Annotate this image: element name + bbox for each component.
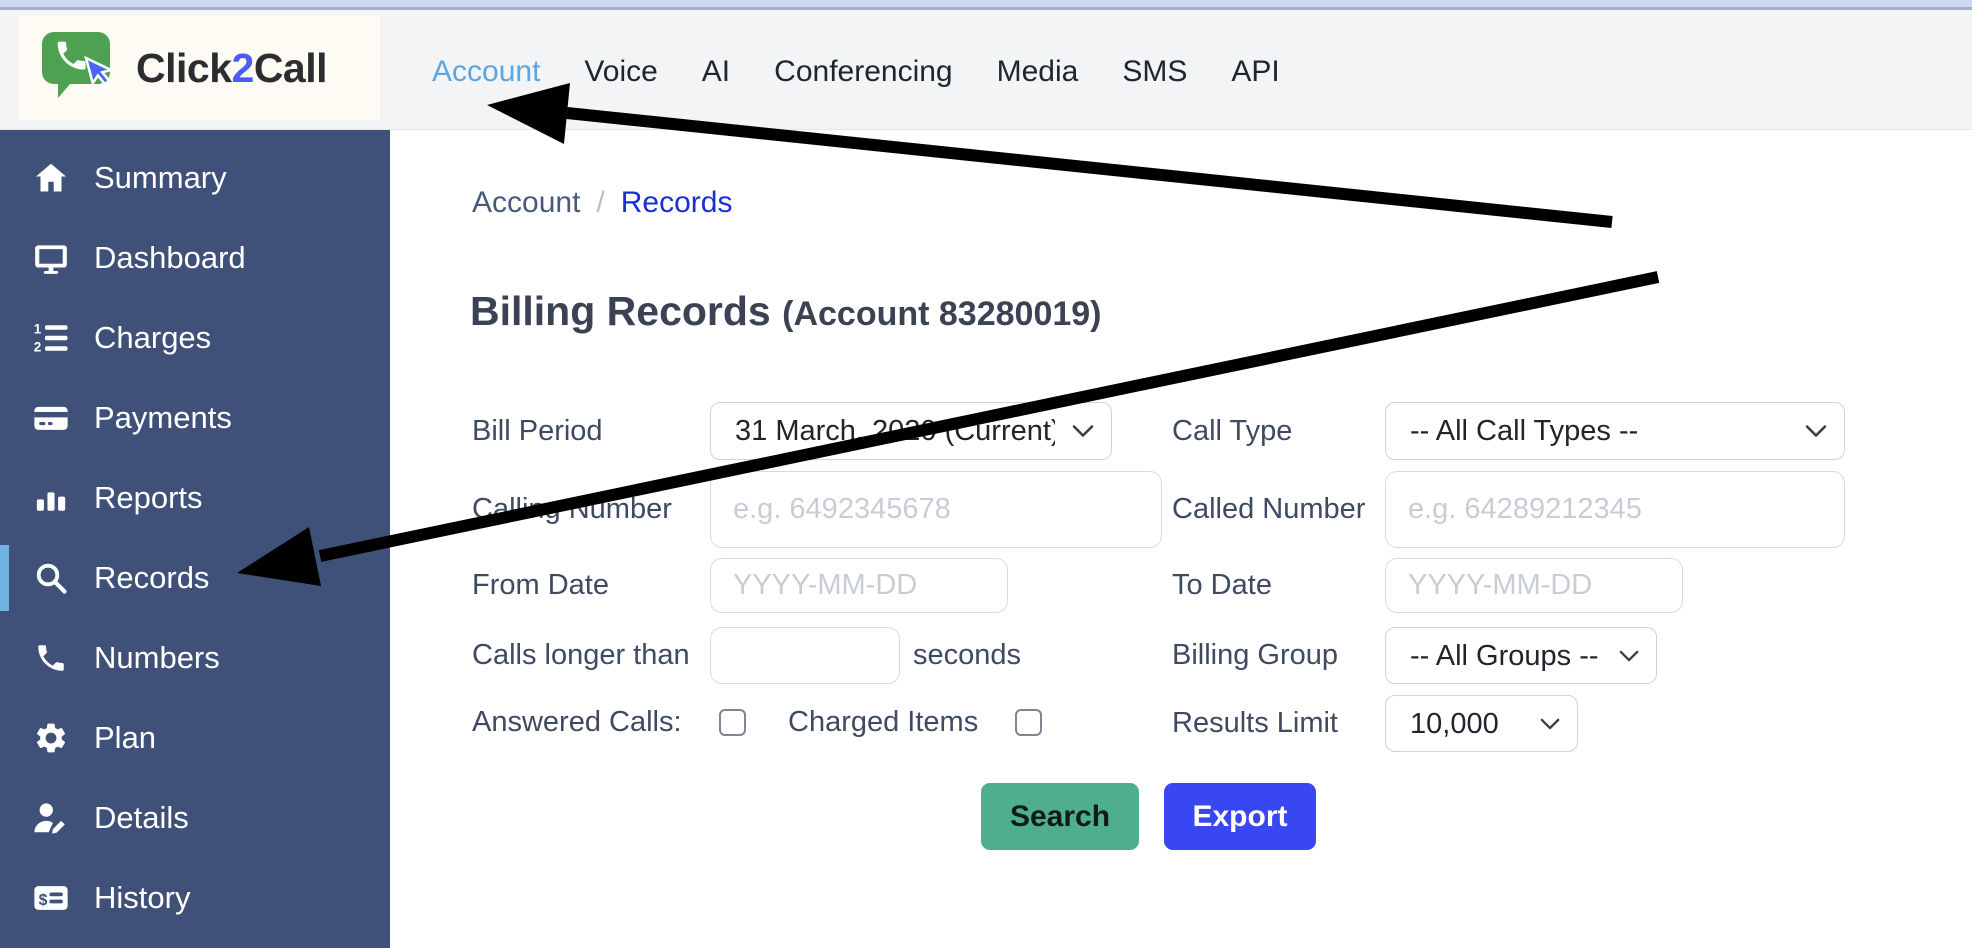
nav-account[interactable]: Account [432, 55, 540, 89]
nav-media[interactable]: Media [997, 55, 1079, 89]
svg-text:1: 1 [34, 322, 42, 337]
charged-items-label: Charged Items [788, 695, 978, 750]
top-nav: Account Voice AI Conferencing Media SMS … [432, 13, 1280, 130]
called-number-input[interactable] [1385, 471, 1845, 548]
export-button[interactable]: Export [1164, 783, 1316, 850]
sidebar-item-label: Plan [94, 720, 156, 756]
home-icon [32, 159, 70, 197]
active-item-indicator [0, 545, 9, 611]
breadcrumb-records[interactable]: Records [621, 186, 733, 219]
user-edit-icon [32, 799, 70, 837]
from-date-input[interactable] [710, 558, 1008, 613]
sidebar-item-history[interactable]: $ History [0, 858, 390, 938]
sidebar-item-label: History [94, 880, 190, 916]
call-type-label: Call Type [1172, 402, 1292, 460]
answered-calls-checkbox[interactable] [719, 709, 746, 736]
charged-items-checkbox[interactable] [1015, 709, 1042, 736]
chat-phone-cursor-logo-icon [40, 28, 122, 109]
sidebar-item-records[interactable]: Records [0, 538, 390, 618]
nav-conferencing[interactable]: Conferencing [774, 55, 952, 89]
sidebar-item-plan[interactable]: Plan [0, 698, 390, 778]
main-content: Account/Records Billing Records (Account… [390, 130, 1972, 948]
sidebar-item-label: Numbers [94, 640, 220, 676]
to-date-label: To Date [1172, 558, 1272, 613]
call-type-select[interactable]: -- All Call Types -- [1385, 402, 1845, 460]
results-limit-select-wrap: 10,000 [1385, 695, 1578, 752]
breadcrumb-account[interactable]: Account [472, 186, 580, 219]
sidebar-item-reports[interactable]: Reports [0, 458, 390, 538]
answered-calls-label: Answered Calls: [472, 695, 682, 750]
bill-period-select-wrap: 31 March, 2020 (Current) [710, 402, 1112, 460]
ordered-list-icon: 12 [32, 319, 70, 357]
results-limit-select[interactable]: 10,000 [1385, 695, 1578, 752]
svg-text:2: 2 [34, 340, 42, 355]
billing-group-select[interactable]: -- All Groups -- [1385, 627, 1657, 684]
header: Click2Call Account Voice AI Conferencing… [0, 0, 1972, 130]
nav-ai[interactable]: AI [702, 55, 730, 89]
gear-icon [32, 719, 70, 757]
breadcrumb: Account/Records [472, 186, 732, 220]
page-title: Billing Records (Account 83280019) [470, 288, 1102, 335]
sidebar-item-dashboard[interactable]: Dashboard [0, 218, 390, 298]
calling-number-label: Calling Number [472, 471, 672, 548]
click2call-billing-records-page: Click2Call Account Voice AI Conferencing… [0, 0, 1972, 948]
calls-longer-than-label: Calls longer than [472, 627, 690, 684]
calling-number-input[interactable] [710, 471, 1162, 548]
search-button[interactable]: Search [981, 783, 1139, 850]
browser-top-strip [0, 0, 1972, 10]
bill-period-select[interactable]: 31 March, 2020 (Current) [710, 402, 1112, 460]
sidebar-item-payments[interactable]: Payments [0, 378, 390, 458]
call-type-select-wrap: -- All Call Types -- [1385, 402, 1845, 460]
sidebar-item-summary[interactable]: Summary [0, 138, 390, 218]
money-check-icon: $ [32, 879, 70, 917]
results-limit-label: Results Limit [1172, 695, 1338, 752]
sidebar: Summary Dashboard 12 Charges Payments Re… [0, 130, 390, 948]
sidebar-item-details[interactable]: Details [0, 778, 390, 858]
nav-sms[interactable]: SMS [1122, 55, 1187, 89]
sidebar-item-numbers[interactable]: Numbers [0, 618, 390, 698]
logo[interactable]: Click2Call [18, 16, 380, 120]
nav-voice[interactable]: Voice [584, 55, 657, 89]
credit-card-icon [32, 399, 70, 437]
sidebar-item-label: Charges [94, 320, 211, 356]
account-number: (Account 83280019) [782, 295, 1101, 333]
sidebar-item-label: Dashboard [94, 240, 246, 276]
sidebar-item-label: Summary [94, 160, 227, 196]
sidebar-item-label: Records [94, 560, 209, 596]
sidebar-item-label: Reports [94, 480, 203, 516]
billing-group-select-wrap: -- All Groups -- [1385, 627, 1657, 684]
to-date-input[interactable] [1385, 558, 1683, 613]
billing-group-label: Billing Group [1172, 627, 1338, 684]
breadcrumb-separator: / [580, 186, 620, 219]
calls-longer-than-input[interactable] [710, 627, 900, 684]
sidebar-item-charges[interactable]: 12 Charges [0, 298, 390, 378]
brand-text: Click2Call [136, 45, 327, 92]
search-icon [32, 559, 70, 597]
phone-icon [32, 639, 70, 677]
seconds-label: seconds [913, 627, 1021, 684]
monitor-icon [32, 239, 70, 277]
sidebar-item-label: Payments [94, 400, 232, 436]
sidebar-item-label: Details [94, 800, 189, 836]
bill-period-label: Bill Period [472, 402, 603, 460]
from-date-label: From Date [472, 558, 609, 613]
nav-api[interactable]: API [1231, 55, 1279, 89]
called-number-label: Called Number [1172, 471, 1365, 548]
svg-text:$: $ [39, 892, 48, 909]
bar-chart-icon [32, 479, 70, 517]
